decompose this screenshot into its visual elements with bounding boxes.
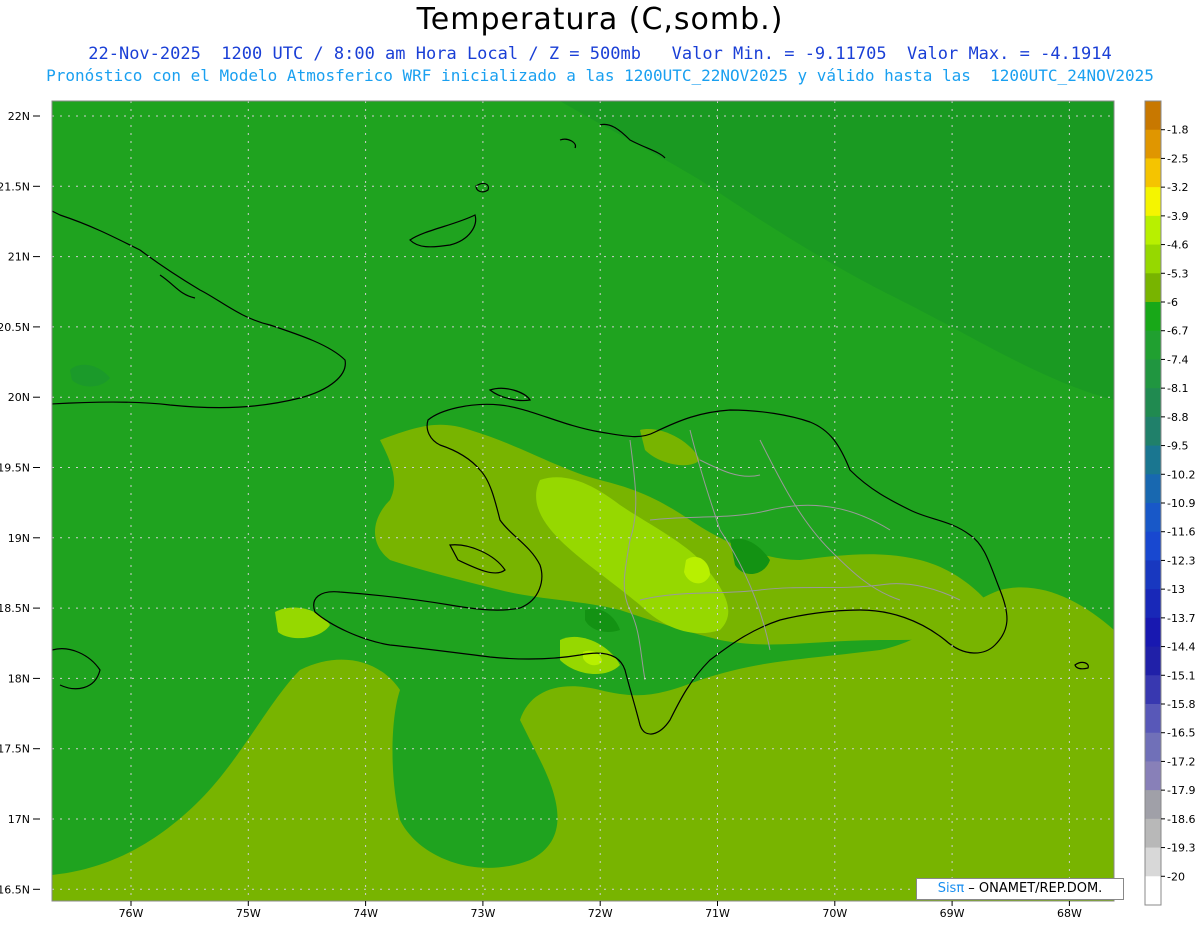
colorbar-swatch xyxy=(1145,158,1161,188)
colorbar-swatch xyxy=(1145,474,1161,504)
colorbar-swatch xyxy=(1145,215,1161,246)
colorbar-label: -17.2 xyxy=(1167,755,1195,768)
colorbar-swatch xyxy=(1145,732,1161,762)
colorbar-label: -17.9 xyxy=(1167,784,1195,797)
credit-box: Sisπ – ONAMET/REP.DOM. xyxy=(916,878,1124,900)
colorbar-swatch xyxy=(1145,876,1161,906)
latitude-labels: 22N 21.5N 21N 20.5N 20N 19.5N 19N 18.5N 18N 17.5N… xyxy=(0,110,40,896)
colorbar-label: -10.9 xyxy=(1167,497,1195,510)
colorbar-swatch xyxy=(1145,273,1161,303)
colorbar-swatch xyxy=(1145,359,1161,389)
lat-label: 17.5N xyxy=(0,743,30,756)
colorbar-label: -12.3 xyxy=(1167,554,1195,567)
lon-label: 71W xyxy=(705,907,730,920)
lat-label: 18.5N xyxy=(0,602,30,615)
colorbar-label: -11.6 xyxy=(1167,526,1195,539)
colorbar-swatch xyxy=(1145,761,1161,791)
lat-label: 20N xyxy=(8,391,30,404)
colorbar-label: -15.1 xyxy=(1167,669,1195,682)
lat-label: 19N xyxy=(8,532,30,545)
colorbar-label: -10.2 xyxy=(1167,468,1195,481)
colorbar-label: -6.7 xyxy=(1167,325,1188,338)
colorbar-label: -14.4 xyxy=(1167,641,1195,654)
lat-label: 17N xyxy=(8,813,30,826)
colorbar-label: -15.8 xyxy=(1167,698,1195,711)
lat-label: 19.5N xyxy=(0,462,30,475)
colorbar-swatch xyxy=(1145,445,1161,475)
colorbar-label: -4.6 xyxy=(1167,239,1188,252)
colorbar-label: -16.5 xyxy=(1167,727,1195,740)
colorbar-swatch xyxy=(1145,416,1161,447)
lon-label: 72W xyxy=(588,907,613,920)
colorbar-swatch xyxy=(1145,531,1161,561)
credit-org: ONAMET/REP.DOM. xyxy=(978,881,1103,896)
colorbar-label: -18.6 xyxy=(1167,813,1195,826)
colorbar-label: -5.3 xyxy=(1167,267,1188,280)
colorbar-swatch xyxy=(1145,302,1161,332)
lon-label: 74W xyxy=(353,907,378,920)
colorbar-label: -6 xyxy=(1167,296,1178,309)
colorbar-swatch xyxy=(1145,129,1161,159)
colorbar-label: -13 xyxy=(1167,583,1185,596)
colorbar-label: -3.9 xyxy=(1167,210,1188,223)
colorbar-swatch xyxy=(1145,330,1161,360)
lon-label: 76W xyxy=(119,907,144,920)
colorbar-label: -8.8 xyxy=(1167,411,1188,424)
credit-dash: – xyxy=(964,881,979,896)
colorbar-swatch xyxy=(1145,847,1161,877)
credit-brand: Sisπ xyxy=(937,881,965,896)
lon-label: 69W xyxy=(940,907,965,920)
lat-label: 21.5N xyxy=(0,180,30,193)
colorbar-swatch xyxy=(1145,503,1161,533)
colorbar-label: -7.4 xyxy=(1167,353,1188,366)
lon-label: 68W xyxy=(1057,907,1082,920)
longitude-labels: 76W 75W 74W 73W 72W 71W 70W 69W 68W xyxy=(119,901,1082,920)
colorbar-swatch xyxy=(1145,388,1161,418)
colorbar-swatch xyxy=(1145,646,1161,676)
colorbar-swatch xyxy=(1145,244,1161,274)
lat-label: 16.5N xyxy=(0,883,30,896)
colorbar-label: -3.2 xyxy=(1167,181,1188,194)
colorbar-label: -13.7 xyxy=(1167,612,1195,625)
colorbar-swatch xyxy=(1145,790,1161,820)
colorbar-swatch xyxy=(1145,101,1161,131)
lon-label: 70W xyxy=(822,907,847,920)
colorbar-swatch xyxy=(1145,675,1161,705)
colorbar-label: -19.3 xyxy=(1167,842,1195,855)
lon-label: 73W xyxy=(470,907,495,920)
map-canvas: 22N 21.5N 21N 20.5N 20N 19.5N 19N 18.5N 18N 17.5N… xyxy=(0,100,1195,920)
colorbar-swatch xyxy=(1145,704,1161,734)
colorbar-swatch xyxy=(1145,187,1161,217)
colorbar-label: -8.1 xyxy=(1167,382,1188,395)
colorbar: -1.8 -2.5 -3.2 -3.9 -4.6 -5.3 -6 -6.7 -7.4 -8.1 -8… xyxy=(1144,100,1195,906)
colorbar-swatch xyxy=(1145,818,1161,849)
colorbar-label: -1.8 xyxy=(1167,124,1188,137)
colorbar-label: -20 xyxy=(1167,870,1185,883)
colorbar-swatch xyxy=(1145,589,1161,619)
lat-label: 22N xyxy=(8,110,30,123)
lon-label: 75W xyxy=(236,907,261,920)
colorbar-label: -2.5 xyxy=(1167,152,1188,165)
lat-label: 21N xyxy=(8,251,30,264)
lat-label: 20.5N xyxy=(0,321,30,334)
colorbar-label: -9.5 xyxy=(1167,440,1188,453)
colorbar-swatch xyxy=(1145,560,1161,590)
lat-label: 18N xyxy=(8,672,30,685)
colorbar-swatch xyxy=(1145,617,1161,648)
